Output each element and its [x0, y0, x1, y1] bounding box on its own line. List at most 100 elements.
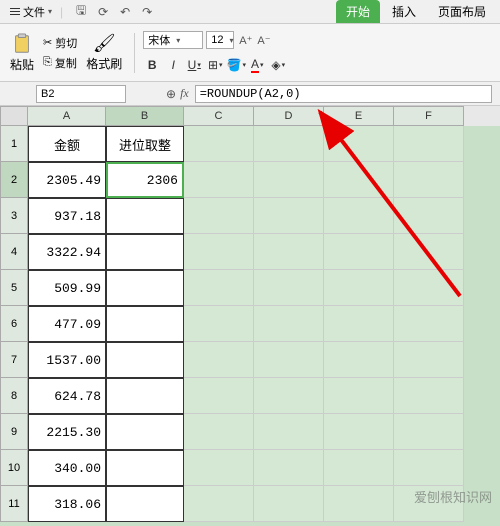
cell[interactable] [184, 450, 254, 486]
select-all-corner[interactable] [0, 106, 28, 126]
cell[interactable]: 624.78 [28, 378, 106, 414]
increase-font-button[interactable]: A⁺ [237, 33, 254, 48]
cell[interactable] [254, 378, 324, 414]
cell[interactable] [324, 378, 394, 414]
col-header-C[interactable]: C [184, 106, 254, 126]
zoom-icon[interactable]: ⊕ [166, 87, 176, 101]
cell[interactable]: 3322.94 [28, 234, 106, 270]
cell[interactable] [184, 234, 254, 270]
col-header-B[interactable]: B [106, 106, 184, 126]
cell[interactable] [254, 234, 324, 270]
row-header[interactable]: 4 [0, 234, 28, 270]
cell[interactable] [106, 486, 184, 522]
cell[interactable]: 2306 [106, 162, 184, 198]
cell[interactable] [254, 414, 324, 450]
cell[interactable] [106, 234, 184, 270]
cell[interactable] [324, 234, 394, 270]
redo-icon[interactable]: ↷ [139, 4, 155, 20]
cell[interactable] [184, 198, 254, 234]
cell[interactable] [394, 198, 464, 234]
cell[interactable]: 477.09 [28, 306, 106, 342]
save-icon[interactable]: 🖫 [73, 4, 89, 20]
cell[interactable]: 1537.00 [28, 342, 106, 378]
cell[interactable]: 318.06 [28, 486, 106, 522]
cell[interactable] [324, 126, 394, 162]
cell[interactable] [254, 450, 324, 486]
cell[interactable] [106, 270, 184, 306]
cell[interactable] [106, 198, 184, 234]
cell[interactable] [184, 270, 254, 306]
cell[interactable] [324, 270, 394, 306]
decrease-font-button[interactable]: A⁻ [255, 33, 272, 48]
undo-icon[interactable]: ↶ [117, 4, 133, 20]
cell[interactable] [324, 414, 394, 450]
cell[interactable] [394, 270, 464, 306]
fx-icon[interactable]: fx [180, 86, 189, 101]
row-header[interactable]: 7 [0, 342, 28, 378]
row-header[interactable]: 8 [0, 378, 28, 414]
cell[interactable] [254, 486, 324, 522]
underline-button[interactable]: U▾ [185, 56, 203, 74]
col-header-E[interactable]: E [324, 106, 394, 126]
cell[interactable] [184, 342, 254, 378]
font-size-select[interactable]: 12 ▾ [206, 31, 234, 49]
cell[interactable] [394, 234, 464, 270]
cell[interactable] [106, 414, 184, 450]
cell[interactable]: 509.99 [28, 270, 106, 306]
cell[interactable] [254, 126, 324, 162]
cell[interactable] [254, 270, 324, 306]
row-header[interactable]: 6 [0, 306, 28, 342]
row-header[interactable]: 9 [0, 414, 28, 450]
cell[interactable]: 进位取整 [106, 126, 184, 162]
cell[interactable] [394, 450, 464, 486]
font-name-select[interactable]: 宋体 ▾ [143, 31, 203, 49]
cell[interactable] [254, 306, 324, 342]
cell[interactable] [106, 342, 184, 378]
sync-icon[interactable]: ⟳ [95, 4, 111, 20]
cell[interactable] [254, 342, 324, 378]
col-header-F[interactable]: F [394, 106, 464, 126]
cell[interactable] [324, 162, 394, 198]
fill-color-button[interactable]: 🪣▾ [227, 56, 245, 74]
name-box[interactable]: B2 [36, 85, 126, 103]
border-button[interactable]: ⊞▾ [206, 56, 224, 74]
cell[interactable] [394, 414, 464, 450]
cell[interactable] [184, 486, 254, 522]
cell[interactable]: 2305.49 [28, 162, 106, 198]
cut-button[interactable]: ✂ 剪切 [40, 34, 80, 52]
tab-start[interactable]: 开始 [336, 0, 380, 23]
tab-layout[interactable]: 页面布局 [428, 0, 496, 23]
more-font-button[interactable]: ◈▾ [269, 56, 287, 74]
row-header[interactable]: 11 [0, 486, 28, 522]
cell[interactable] [394, 378, 464, 414]
cell[interactable] [324, 342, 394, 378]
cell[interactable] [184, 414, 254, 450]
cell[interactable] [184, 306, 254, 342]
cell[interactable] [324, 486, 394, 522]
cell[interactable]: 金额 [28, 126, 106, 162]
row-header[interactable]: 5 [0, 270, 28, 306]
cell[interactable] [254, 198, 324, 234]
col-header-A[interactable]: A [28, 106, 106, 126]
cell[interactable] [394, 306, 464, 342]
format-painter-button[interactable]: 🖌 格式刷 [82, 31, 126, 74]
row-header[interactable]: 10 [0, 450, 28, 486]
font-color-button[interactable]: A▾ [248, 56, 266, 74]
cell[interactable] [324, 450, 394, 486]
cell[interactable] [106, 378, 184, 414]
cell[interactable] [324, 198, 394, 234]
italic-button[interactable]: I [164, 56, 182, 74]
copy-button[interactable]: ⎘ 复制 [40, 54, 80, 72]
row-header[interactable]: 2 [0, 162, 28, 198]
formula-bar[interactable]: =ROUNDUP(A2,0) [195, 85, 492, 103]
cell[interactable]: 937.18 [28, 198, 106, 234]
cell[interactable] [106, 306, 184, 342]
cell[interactable] [254, 162, 324, 198]
bold-button[interactable]: B [143, 56, 161, 74]
cell[interactable] [106, 450, 184, 486]
cell[interactable]: 340.00 [28, 450, 106, 486]
cell[interactable] [184, 378, 254, 414]
cell[interactable] [324, 306, 394, 342]
col-header-D[interactable]: D [254, 106, 324, 126]
cell[interactable] [184, 162, 254, 198]
